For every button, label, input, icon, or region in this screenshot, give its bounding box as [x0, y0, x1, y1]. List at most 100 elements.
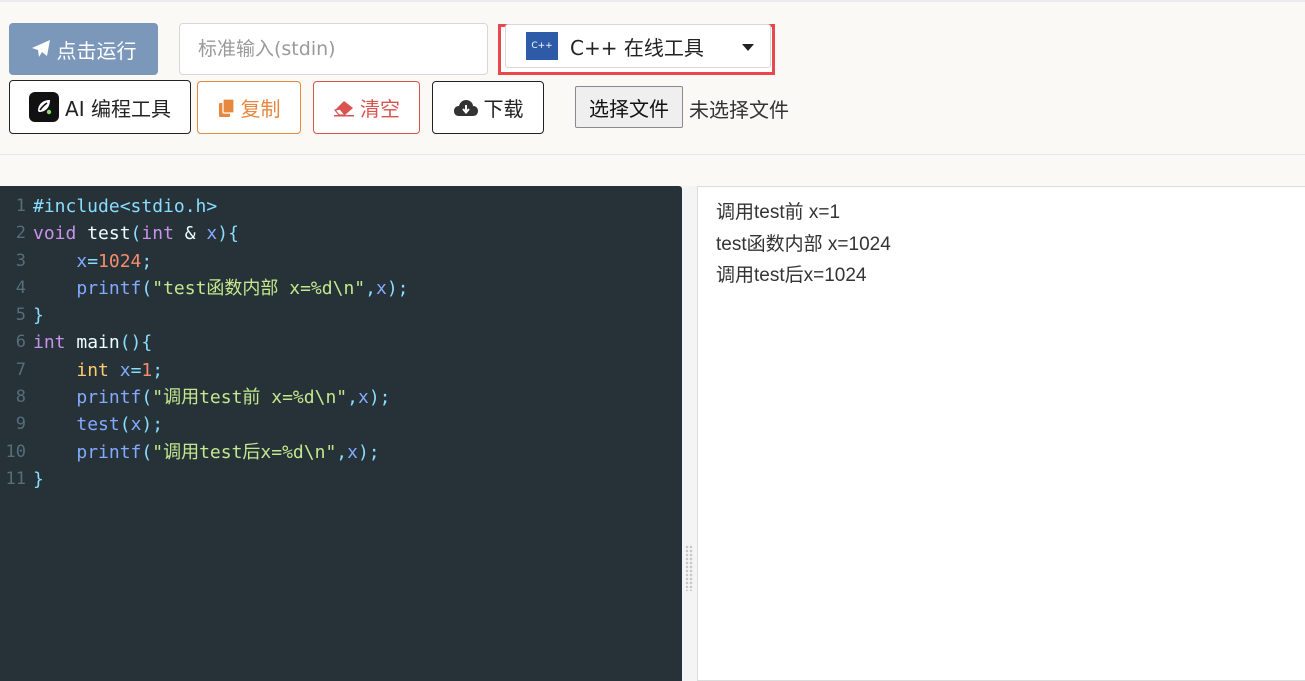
run-button[interactable]: 点击运行: [9, 23, 158, 75]
code-token: ){: [217, 223, 239, 245]
code-token: int: [33, 332, 66, 354]
code-token: &: [173, 223, 207, 245]
code-text: printf("调用test前 x=%d\n",x);: [30, 384, 391, 411]
line-number: 5: [15, 305, 26, 326]
code-line: 2 void test(int & x){: [0, 220, 409, 247]
code-token: printf: [76, 441, 142, 463]
code-token: x: [347, 441, 358, 463]
code-line: 3 x=1024;: [0, 248, 409, 275]
code-token: #include<stdio.h>: [33, 196, 218, 217]
file-status: 未选择文件: [689, 98, 789, 122]
code-token: );: [386, 277, 409, 299]
code-token: ,: [336, 441, 348, 463]
code-text: }: [30, 466, 44, 493]
line-number: 10: [5, 441, 26, 462]
code-line: 1 #include<stdio.h>: [0, 193, 409, 220]
code-token: int: [76, 359, 109, 381]
code-token: );: [141, 414, 164, 436]
line-number: 1: [15, 196, 26, 216]
code-line: 6 int main(){: [0, 329, 409, 356]
line-number: 11: [5, 468, 26, 489]
code-token: x: [76, 250, 88, 272]
code-text: x=1024;: [30, 248, 152, 275]
code-token: "调用test后x=%d\n": [152, 441, 337, 463]
code-line: 7 int x=1;: [0, 357, 409, 384]
code-token: ;: [141, 250, 153, 272]
code-token: (: [141, 277, 153, 299]
code-line: 5}: [0, 302, 409, 329]
line-number: 8: [15, 387, 26, 408]
code-token: printf: [76, 277, 142, 299]
language-select-label: C++ 在线工具: [570, 35, 704, 60]
output-line: test函数内部 x=1024: [716, 233, 891, 255]
code-line: 8 printf("调用test前 x=%d\n",x);: [0, 384, 409, 411]
code-text: }: [30, 302, 44, 329]
copy-button[interactable]: 复制: [197, 81, 301, 134]
paper-plane-icon: [31, 40, 50, 57]
ai-tool-button[interactable]: AI 编程工具: [9, 80, 191, 134]
toolbar: 点击运行 C++ C++ 在线工具 AI 编程工具 复制 清空 下载 选择文件 …: [0, 0, 1305, 155]
line-number: 3: [15, 250, 26, 271]
code-text: test(x);: [30, 411, 163, 438]
code-token: );: [357, 441, 380, 463]
code-token: x: [206, 223, 218, 245]
language-select[interactable]: C++ C++ 在线工具: [505, 24, 771, 68]
code-line: 10 printf("调用test后x=%d\n",x);: [0, 439, 409, 466]
clear-button[interactable]: 清空: [313, 81, 420, 134]
code-token: x: [119, 359, 131, 381]
ai-logo-icon: [29, 92, 60, 122]
code-token: test: [76, 414, 120, 436]
pane-divider[interactable]: [682, 186, 697, 681]
code-token: (){: [119, 332, 153, 354]
line-number: 2: [15, 223, 26, 244]
code-editor[interactable]: 1 #include<stdio.h> 2 void test(int & x){3 …: [0, 186, 682, 681]
code-text: printf("调用test后x=%d\n",x);: [30, 439, 380, 466]
code-text: printf("test函数内部 x=%d\n",x);: [30, 275, 409, 302]
code-token: );: [368, 387, 391, 409]
code-token: =: [87, 250, 99, 272]
download-button-label: 下载: [483, 97, 524, 121]
code-token: printf: [76, 387, 142, 409]
clear-button-label: 清空: [360, 97, 400, 121]
code-token: x: [130, 414, 142, 436]
code-text: int main(){: [30, 329, 152, 356]
code-line: 9 test(x);: [0, 411, 409, 438]
line-number: 6: [15, 332, 26, 353]
code-token: x: [357, 387, 369, 409]
code-token: void: [33, 223, 77, 245]
caret-down-icon: [742, 44, 754, 51]
cloud-download-icon: [453, 99, 478, 116]
output-panel: 调用test前 x=1 test函数内部 x=1024 调用test后x=102…: [697, 186, 1305, 681]
copy-icon: [218, 97, 235, 117]
line-number: 9: [15, 414, 26, 435]
run-button-label: 点击运行: [56, 38, 137, 63]
code-line: 4 printf("test函数内部 x=%d\n",x);: [0, 275, 409, 302]
choose-file-button[interactable]: 选择文件: [575, 86, 683, 128]
code-token: "test函数内部 x=%d\n": [152, 277, 366, 299]
download-button[interactable]: 下载: [432, 81, 544, 134]
line-number: 7: [15, 359, 26, 380]
code-lines: 1 #include<stdio.h> 2 void test(int & x){3 …: [0, 193, 409, 493]
stdin-input[interactable]: [179, 23, 488, 75]
resize-grip-icon[interactable]: [685, 545, 693, 591]
code-token: (: [141, 441, 153, 463]
code-text: #include<stdio.h>: [30, 193, 217, 220]
code-token: x: [375, 277, 387, 299]
code-token: (: [130, 223, 142, 245]
code-token: ;: [152, 359, 164, 381]
code-token: ,: [365, 277, 376, 299]
code-token: }: [33, 305, 44, 327]
ai-tool-button-label: AI 编程工具: [65, 96, 171, 121]
code-token: ,: [347, 387, 358, 409]
code-token: 1024: [98, 250, 142, 272]
code-text: int x=1;: [30, 357, 163, 384]
code-token: (: [119, 414, 131, 436]
code-token: =: [130, 359, 142, 381]
code-token: }: [33, 468, 44, 490]
